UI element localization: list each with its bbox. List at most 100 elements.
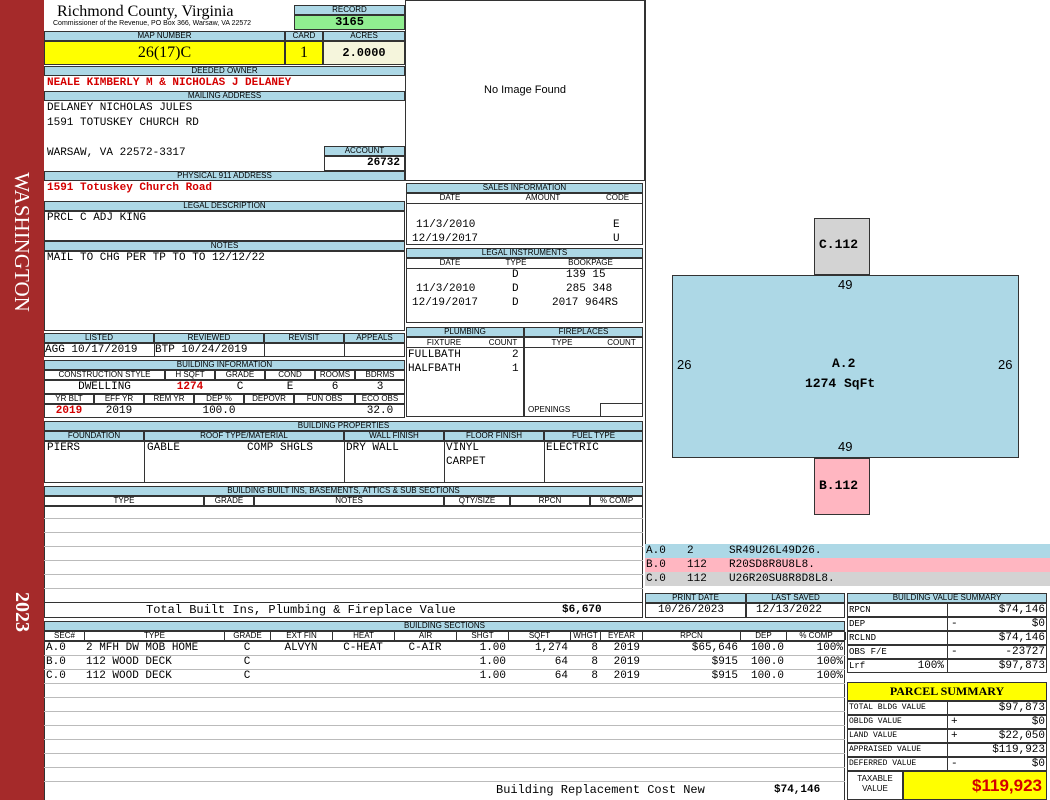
sales-code-2: U	[613, 233, 620, 245]
section-shgt: 1.00	[479, 656, 506, 668]
section-ext: ALVYN	[284, 642, 318, 654]
sections-total-label: Building Replacement Cost New	[496, 783, 705, 797]
sections-label: BUILDING SECTIONS	[44, 621, 845, 631]
divider	[44, 781, 845, 782]
section-dep: 100.0	[750, 670, 784, 682]
section-shgt: 1.00	[479, 642, 506, 654]
plumb-fixture-1: FULLBATH	[408, 349, 461, 361]
divider	[947, 715, 948, 729]
prop-header-foundation: FOUNDATION	[44, 431, 144, 441]
prop-wall: DRY WALL	[346, 442, 399, 454]
bi-yrblt: 2019	[55, 405, 83, 417]
divider	[947, 659, 948, 673]
section-eyear: 2019	[613, 656, 640, 668]
sections-header-dep: DEP	[741, 632, 787, 640]
section-dep: 100.0	[750, 656, 784, 668]
county-title: Richmond County, Virginia	[57, 3, 234, 20]
sales-header-amount: AMOUNT	[525, 193, 561, 202]
value-summary-key: RPCN	[849, 605, 871, 615]
openings-value	[600, 403, 643, 417]
appeals-label: APPEALS	[344, 333, 405, 343]
fireplaces-label: FIREPLACES	[524, 327, 643, 337]
builtins-header-type: TYPE	[44, 496, 204, 506]
prop-header-wall: WALL FINISH	[344, 431, 444, 441]
section-grade: C	[243, 670, 251, 682]
instr-type-3: D	[512, 297, 519, 309]
divider	[44, 532, 643, 533]
section-shgt: 1.00	[479, 670, 506, 682]
divider	[947, 617, 948, 631]
bi-header-bdrms: BDRMS	[355, 370, 405, 380]
bi-header-dep: DEP %	[194, 394, 244, 404]
sketch-label-a: A.2	[832, 356, 856, 371]
bi-header-hsqft: H SQFT	[165, 370, 215, 380]
value-summary-value: $74,146	[998, 632, 1045, 644]
parcel-summary-key: OBLDG VALUE	[849, 717, 902, 726]
divider	[444, 441, 445, 483]
instruments-label: LEGAL INSTRUMENTS	[406, 248, 643, 258]
listed-value: AGG 10/17/2019	[45, 344, 138, 356]
sections-header-sec: SEC#	[45, 632, 85, 640]
parcel-summary-value: $119,923	[992, 744, 1045, 756]
sketch-label-b: B.112	[819, 478, 859, 493]
bi-cond: E	[286, 381, 294, 393]
value-summary-op: -	[951, 618, 958, 630]
value-summary-key: OBS F/E	[849, 647, 887, 657]
sections-header-grade: GRADE	[225, 632, 271, 640]
instr-book-2: 285 348	[566, 283, 613, 295]
parcel-summary-value: $97,873	[998, 702, 1045, 714]
section-comp: 100%	[816, 656, 843, 668]
parcel-summary-value: $22,050	[998, 730, 1045, 742]
no-image-text: No Image Found	[484, 84, 566, 96]
district-label: WASHINGTON	[10, 172, 34, 312]
plumb-count-1: 2	[512, 349, 519, 361]
sketch-row-b-code: 112	[687, 559, 707, 571]
divider	[947, 603, 948, 617]
sections-total-value: $74,146	[774, 784, 821, 796]
sections-header-comp: % COMP	[787, 632, 846, 640]
bi-hsqft: 1274	[176, 381, 204, 393]
section-comp: 100%	[816, 642, 843, 654]
sketch-area-a: 1274 SqFt	[805, 376, 876, 391]
account-value: 26732	[324, 156, 405, 171]
instr-type-1: D	[512, 269, 519, 281]
sections-header-rpcn: RPCN	[643, 632, 741, 640]
building-info-label: BUILDING INFORMATION	[44, 360, 405, 370]
fire-header-type: TYPE	[551, 338, 573, 347]
instr-book-1: 139 15	[566, 269, 606, 281]
bi-header-yrblt: YR BLT	[44, 394, 94, 404]
sections-header-eyear: EYEAR	[601, 632, 643, 640]
physical-label: PHYSICAL 911 ADDRESS	[44, 171, 405, 181]
section-rpcn: $65,646	[691, 642, 738, 654]
sections-header-air: AIR	[395, 632, 457, 640]
revisit-label: REVISIT	[264, 333, 344, 343]
print-date-label: PRINT DATE	[645, 593, 746, 603]
sales-date-2: 12/19/2017	[412, 233, 479, 245]
divider	[344, 343, 345, 357]
bi-header-style: CONSTRUCTION STYLE	[44, 370, 165, 380]
mailing-label: MAILING ADDRESS	[44, 91, 405, 101]
prop-header-roof: ROOF TYPE/MATERIAL	[144, 431, 344, 441]
sales-header-code: CODE	[605, 193, 630, 202]
divider	[544, 441, 545, 483]
divider	[44, 588, 643, 589]
last-saved-value: 12/13/2022	[756, 604, 823, 616]
dim-bottom: 49	[838, 439, 853, 454]
section-type: 112 WOOD DECK	[86, 670, 172, 682]
sketch-row-b-desc: R20SD8R8U8L8.	[729, 559, 815, 571]
instr-date-2: 11/3/2010	[416, 283, 476, 295]
bi-style: DWELLING	[78, 381, 131, 393]
listed-label: LISTED	[44, 333, 154, 343]
card-value: 1	[285, 41, 323, 65]
reviewed-value: BTP 10/24/2019	[155, 344, 248, 356]
dim-top: 49	[838, 277, 853, 292]
owner-name: NEALE KIMBERLY M & NICHOLAS J DELANEY	[47, 77, 292, 89]
prop-roof-type: GABLE	[147, 442, 181, 454]
bi-eco: 32.0	[366, 405, 394, 417]
parcel-summary-key: LAND VALUE	[849, 731, 898, 740]
divider	[406, 268, 643, 269]
section-grade: C	[243, 642, 251, 654]
builtins-total-label: Total Built Ins, Plumbing & Fireplace Va…	[146, 603, 456, 617]
properties-label: BUILDING PROPERTIES	[44, 421, 643, 431]
divider	[947, 743, 948, 757]
